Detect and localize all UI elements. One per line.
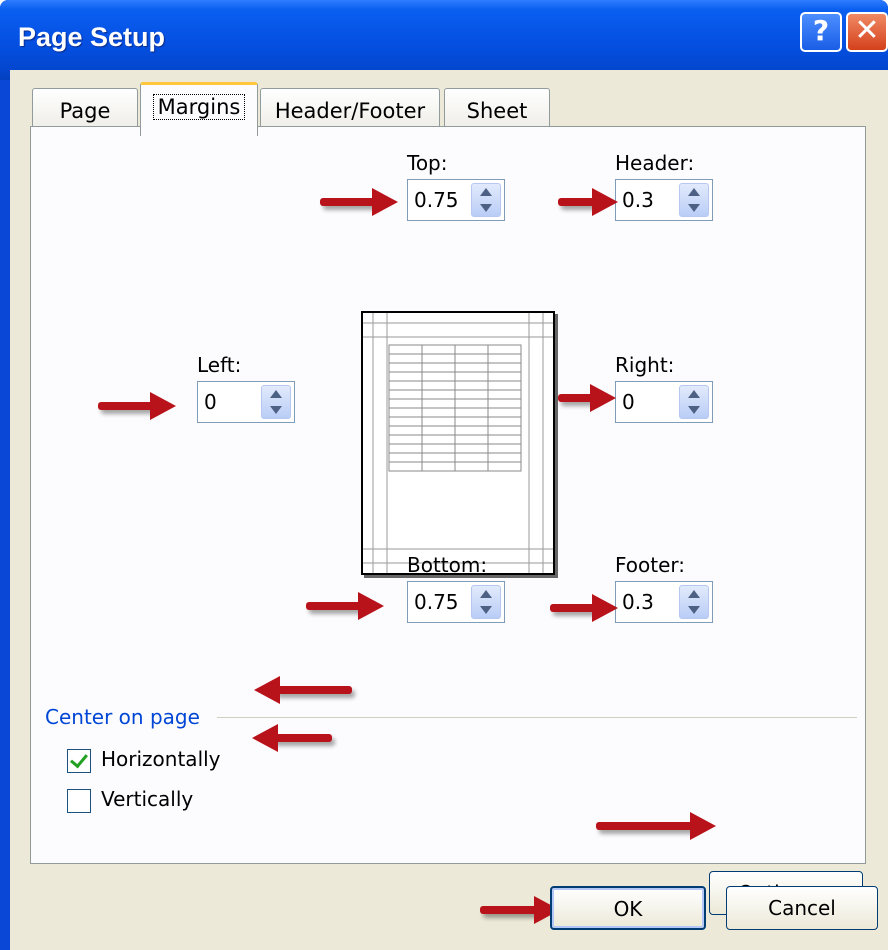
checkmark-icon [70, 749, 88, 769]
tab-label: Margins [152, 94, 246, 120]
cancel-button[interactable]: Cancel [726, 886, 878, 930]
left-label: Left: [197, 353, 242, 377]
spin-down-icon[interactable] [688, 606, 700, 614]
footer-margin-value[interactable]: 0.3 [622, 590, 654, 614]
spinner-buttons[interactable] [679, 385, 709, 419]
page-preview-icon [361, 311, 555, 575]
footer-margin-spinner[interactable]: 0.3 [615, 581, 713, 623]
spin-down-icon[interactable] [270, 406, 282, 414]
center-on-page-group-label: Center on page [45, 705, 200, 729]
ok-button[interactable]: OK [550, 886, 706, 930]
top-label: Top: [407, 151, 448, 175]
vertically-checkbox[interactable] [67, 789, 91, 813]
spin-down-icon[interactable] [688, 204, 700, 212]
red-arrow-icon [254, 676, 352, 704]
bottom-margin-value[interactable]: 0.75 [414, 590, 459, 614]
close-button[interactable]: ✕ [846, 12, 888, 52]
spin-up-icon[interactable] [480, 590, 492, 598]
header-margin-spinner[interactable]: 0.3 [615, 179, 713, 221]
top-margin-spinner[interactable]: 0.75 [407, 179, 505, 221]
tab-label: Sheet [466, 99, 528, 123]
spin-up-icon[interactable] [688, 188, 700, 196]
right-label: Right: [615, 353, 675, 377]
spin-down-icon[interactable] [688, 406, 700, 414]
spinner-buttons[interactable] [471, 585, 501, 619]
tab-label: Page [59, 99, 111, 123]
spinner-buttons[interactable] [679, 183, 709, 217]
title-bar[interactable]: Page Setup ? ✕ [0, 0, 888, 80]
right-margin-spinner[interactable]: 0 [615, 381, 713, 423]
header-margin-value[interactable]: 0.3 [622, 188, 654, 212]
vertically-label[interactable]: Vertically [101, 787, 193, 811]
spin-up-icon[interactable] [688, 390, 700, 398]
red-arrow-icon [596, 812, 716, 840]
spin-up-icon[interactable] [688, 590, 700, 598]
bottom-margin-spinner[interactable]: 0.75 [407, 581, 505, 623]
horizontally-checkbox[interactable] [67, 749, 91, 773]
red-arrow-icon [320, 188, 398, 216]
footer-label: Footer: [615, 553, 686, 577]
top-margin-value[interactable]: 0.75 [414, 188, 459, 212]
help-button[interactable]: ? [800, 12, 842, 52]
page-setup-dialog: Page Setup ? ✕ Page Margins Header/Foote… [0, 0, 888, 950]
bottom-label: Bottom: [407, 553, 488, 577]
right-margin-value[interactable]: 0 [622, 390, 635, 414]
dialog-title: Page Setup [18, 22, 166, 52]
left-margin-spinner[interactable]: 0 [197, 381, 295, 423]
red-arrow-icon [306, 592, 384, 620]
red-arrow-icon [98, 392, 176, 420]
spinner-buttons[interactable] [679, 585, 709, 619]
group-divider [217, 717, 857, 718]
red-arrow-icon [480, 896, 560, 924]
spin-up-icon[interactable] [270, 390, 282, 398]
spin-down-icon[interactable] [480, 204, 492, 212]
spin-up-icon[interactable] [480, 188, 492, 196]
spin-down-icon[interactable] [480, 606, 492, 614]
header-label: Header: [615, 151, 695, 175]
red-arrow-icon [558, 384, 616, 412]
spinner-buttons[interactable] [261, 385, 291, 419]
margins-panel: Top: 0.75 Header: 0.3 Left: 0 Right: 0 B… [30, 126, 866, 915]
spinner-buttons[interactable] [471, 183, 501, 217]
red-arrow-icon [550, 594, 618, 622]
left-margin-value[interactable]: 0 [204, 390, 217, 414]
tab-label: Header/Footer [274, 99, 426, 123]
tab-margins[interactable]: Margins [140, 82, 258, 136]
red-arrow-icon [252, 724, 332, 752]
red-arrow-icon [558, 188, 618, 216]
horizontally-label[interactable]: Horizontally [101, 747, 221, 771]
dialog-body: Page Margins Header/Footer Sheet Top: 0.… [10, 70, 888, 950]
